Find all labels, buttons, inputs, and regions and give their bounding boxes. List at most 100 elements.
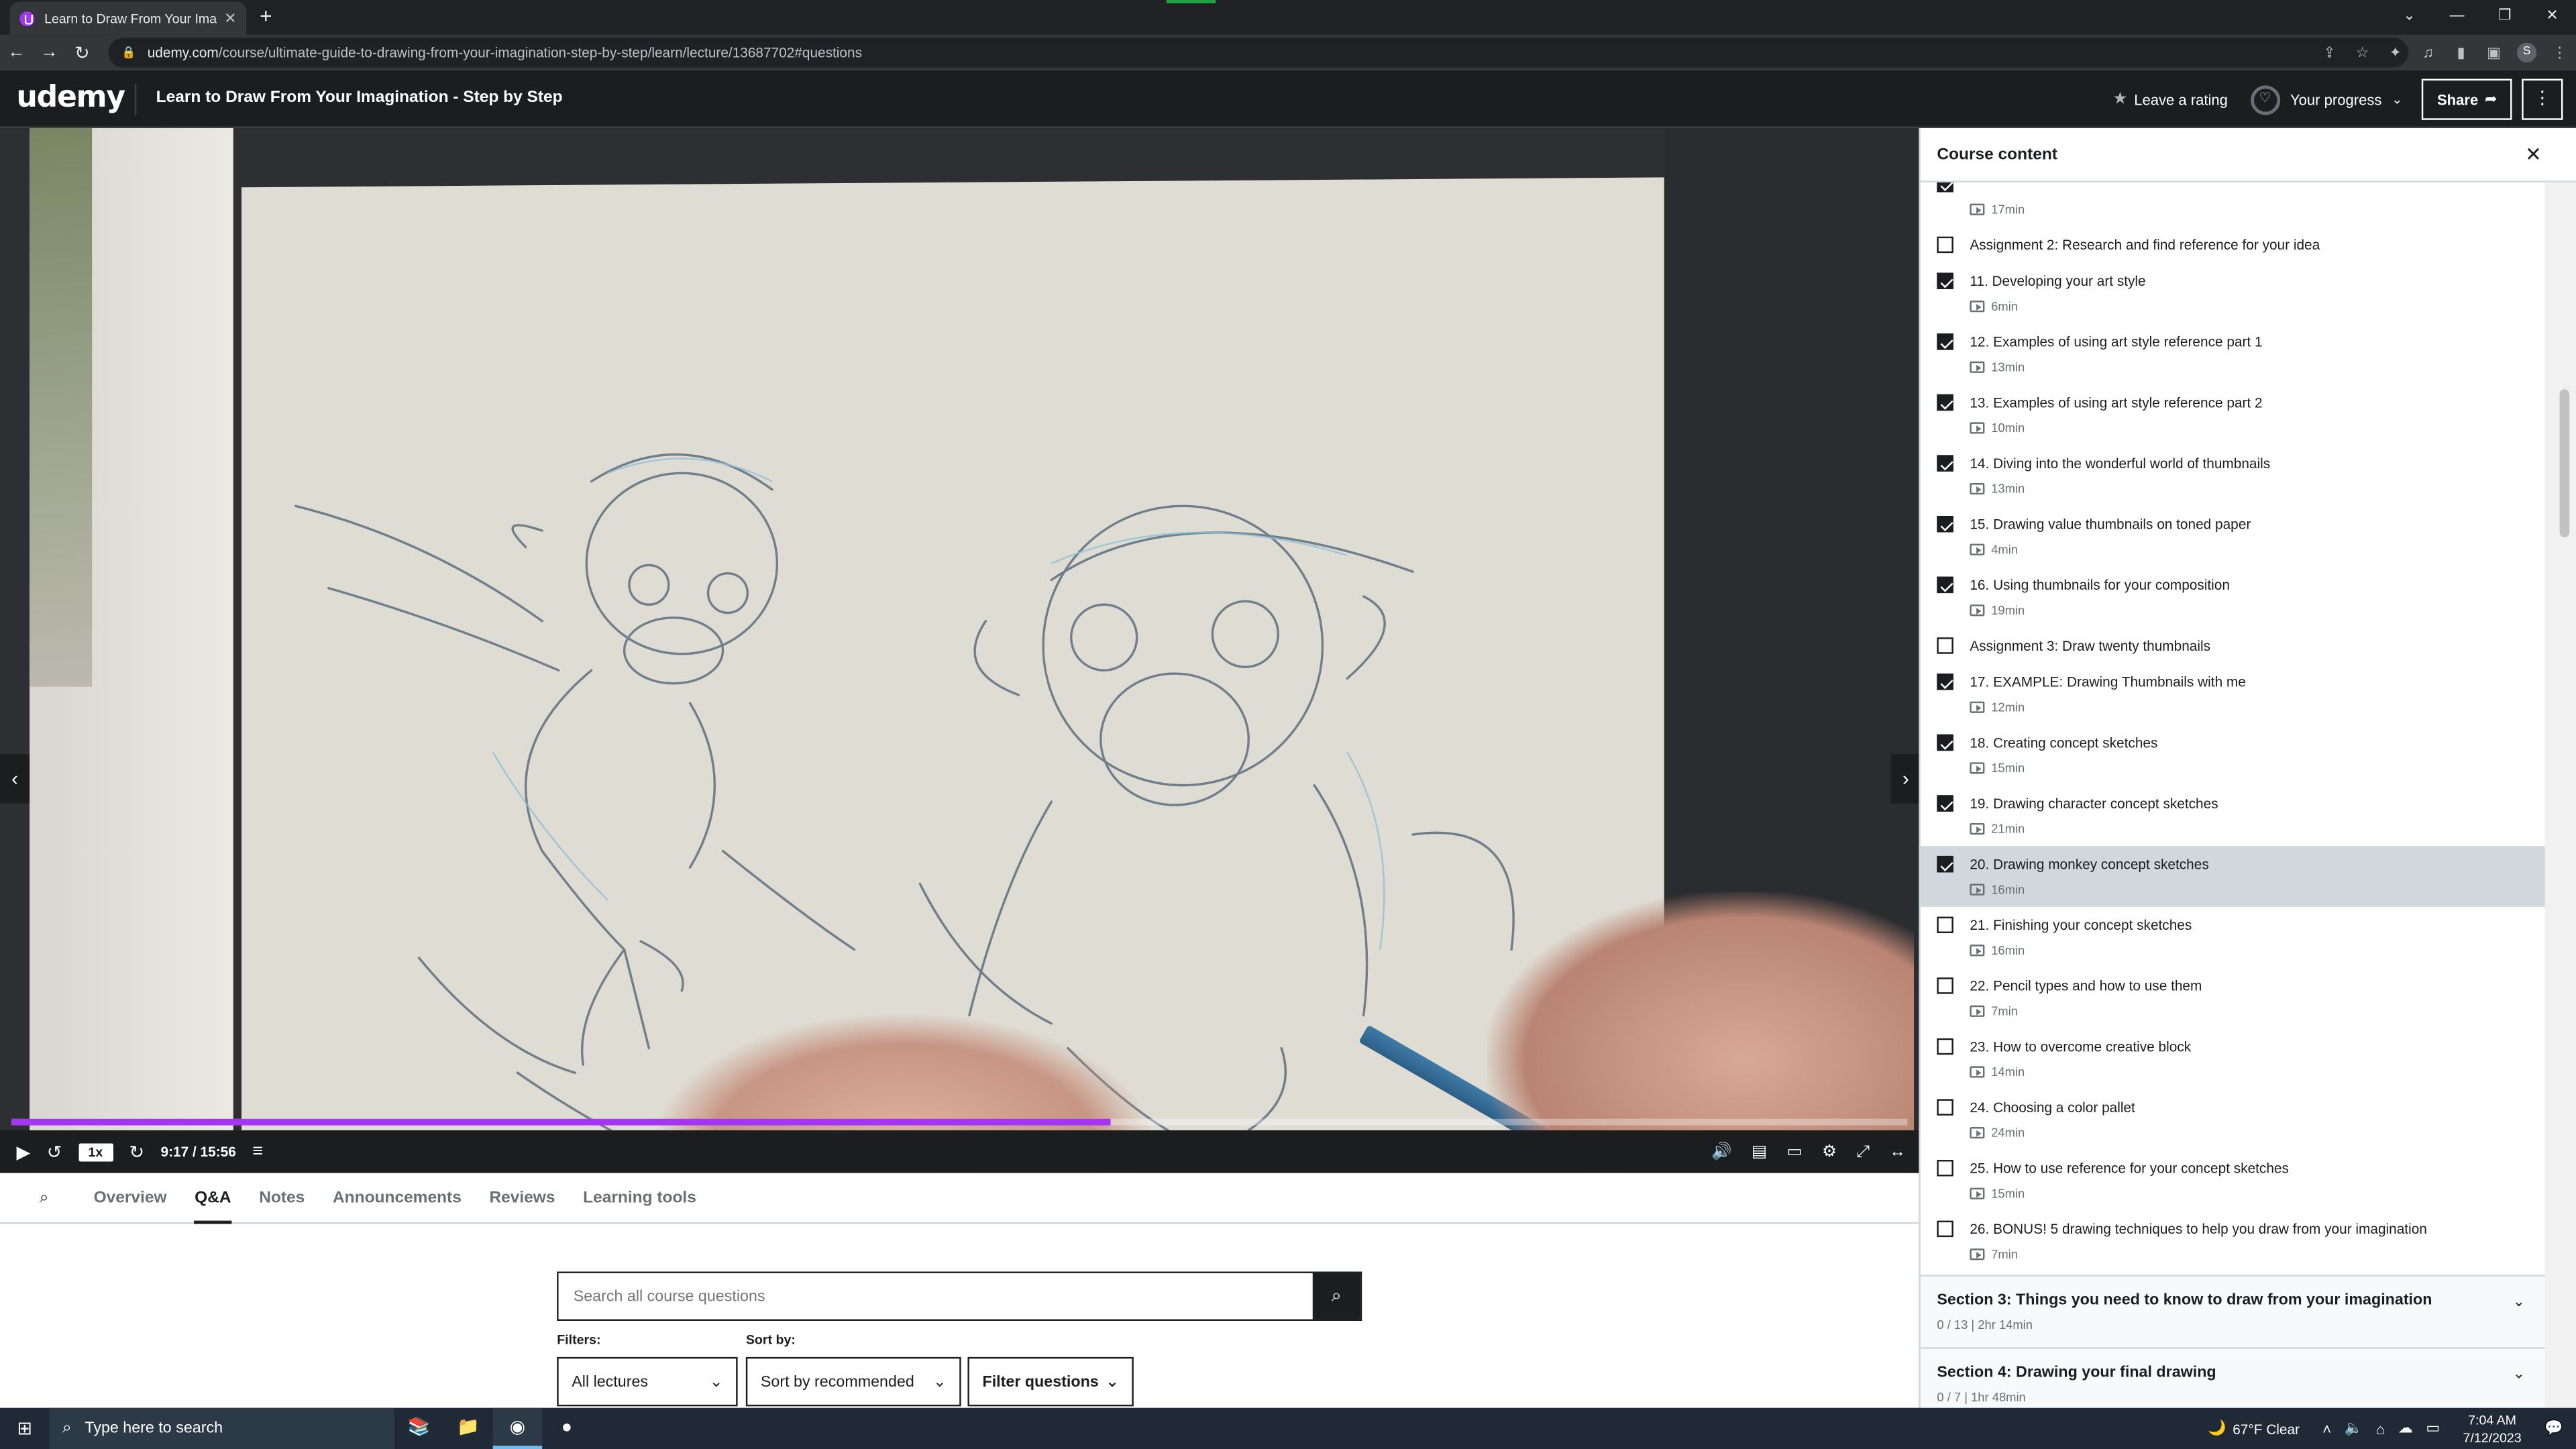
sort-select[interactable]: Sort by recommended ⌄ [745,1356,961,1407]
close-sidebar-icon[interactable]: ✕ [2525,143,2542,166]
curriculum-item[interactable]: 23. How to overcome creative block 14min [1921,1028,2545,1089]
lecture-checkbox[interactable] [1937,394,1953,411]
lecture-checkbox[interactable] [1937,455,1953,472]
lecture-checkbox[interactable] [1937,916,1953,934]
leave-rating-button[interactable]: ★ Leave a rating [2112,91,2227,109]
curriculum-item[interactable]: Assignment 3: Draw twenty thumbnails [1921,628,2545,664]
lecture-checkbox[interactable] [1937,637,1953,654]
play-icon[interactable]: ▶ [16,1141,30,1162]
course-title[interactable]: Learn to Draw From Your Imagination - St… [156,89,563,107]
new-tab-button[interactable]: + [260,4,272,28]
tab-reviews[interactable]: Reviews [489,1172,555,1223]
fullscreen-icon[interactable]: ⤢ [1856,1142,1870,1161]
curriculum-item[interactable]: 11. Developing your art style 6min [1921,263,2545,324]
back-icon[interactable]: ← [0,43,33,62]
chevron-up-icon[interactable]: ˄ [2322,1420,2331,1436]
transcript-icon[interactable]: ▤ [1752,1142,1767,1161]
close-tab-icon[interactable]: ✕ [224,9,236,27]
curriculum-item[interactable]: 15. Drawing value thumbnails on toned pa… [1921,506,2545,567]
section-header[interactable]: Section 4: Drawing your final drawing 0 /… [1920,1347,2545,1408]
lecture-checkbox[interactable] [1937,1220,1953,1238]
curriculum-item[interactable]: 18. Creating concept sketches 15min [1921,724,2545,786]
taskbar-clock[interactable]: 7:04 AM 7/12/2023 [2463,1410,2522,1446]
lecture-checkbox[interactable] [1937,333,1953,350]
curriculum-item[interactable]: 26. BONUS! 5 drawing techniques to help … [1921,1211,2545,1272]
tab-announcements[interactable]: Announcements [333,1172,462,1223]
lecture-filter-select[interactable]: All lectures ⌄ [557,1356,738,1407]
bookmark-star-icon[interactable]: ☆ [2346,44,2379,62]
widgets-icon[interactable]: 📚 [394,1408,443,1449]
your-progress-button[interactable]: Your progress ⌄ [2251,85,2403,115]
video-player[interactable]: ‹ › [0,128,1919,1173]
browser-tab[interactable]: Learn to Draw From Your Imagin ✕ [9,1,247,35]
notifications-icon[interactable]: 💬 [2544,1419,2563,1438]
curriculum-item[interactable]: 17. EXAMPLE: Drawing Thumbnails with me 1… [1921,663,2545,724]
sidebar-scrollbar[interactable] [2544,182,2576,1408]
lecture-checkbox[interactable] [1937,1099,1953,1116]
curriculum-item[interactable]: 25. How to use reference for your concep… [1921,1150,2545,1211]
side-panel-icon[interactable]: ▮ [2445,44,2477,62]
close-window-icon[interactable]: ✕ [2528,0,2576,34]
restore-icon[interactable]: ❐ [2481,0,2528,34]
tab-overview[interactable]: Overview [94,1172,167,1223]
lecture-checkbox[interactable] [1937,977,1953,994]
lecture-checkbox[interactable] [1937,1038,1953,1055]
curriculum-item[interactable]: 20. Drawing monkey concept sketches 16min [1920,846,2545,907]
add-note-icon[interactable]: ≡ [252,1142,263,1161]
file-explorer-icon[interactable]: 📁 [443,1408,492,1449]
udemy-logo[interactable]: udemy [16,80,125,115]
network-icon[interactable]: ⌂ [2376,1420,2385,1436]
curriculum-item[interactable]: 12. Examples of using art style referenc… [1921,323,2545,384]
profile-avatar[interactable]: S [2516,42,2537,63]
chrome-icon[interactable]: ◉ [492,1407,543,1449]
curriculum-item[interactable]: 22. Pencil types and how to use them 7min [1921,967,2545,1028]
rewind-icon[interactable]: ↺ [47,1141,62,1162]
more-options-button[interactable]: ⋮ [2522,78,2563,120]
lecture-checkbox[interactable] [1937,1159,1953,1177]
lecture-checkbox[interactable] [1937,795,1953,812]
lecture-checkbox[interactable] [1937,576,1953,594]
previous-lecture-button[interactable]: ‹ [0,754,30,804]
tab-notes[interactable]: Notes [259,1172,305,1223]
scrollbar-thumb[interactable] [2559,389,2570,537]
lock-icon[interactable]: 🔒 [121,46,136,59]
address-bar[interactable]: 🔒 udemy.com /course/ultimate-guide-to-dr… [108,38,2409,68]
lecture-checkbox[interactable] [1937,515,1953,533]
extensions-icon[interactable]: ✦ [2379,44,2412,62]
section-header[interactable]: Section 3: Things you need to know to dr… [1920,1275,2545,1348]
next-lecture-button[interactable]: › [1890,754,1919,804]
curriculum-item[interactable]: 13. Examples of using art style referenc… [1921,384,2545,445]
tab-qa[interactable]: Q&A [195,1172,231,1224]
curriculum-item[interactable]: 16. Using thumbnails for your compositio… [1921,567,2545,628]
qa-search-input[interactable] [558,1273,1313,1320]
lecture-checkbox[interactable] [1937,182,1953,193]
lecture-checkbox[interactable] [1937,236,1953,254]
playback-speed-button[interactable]: 1x [78,1142,113,1161]
lecture-checkbox[interactable] [1937,674,1953,690]
curriculum-item[interactable]: 17min [1921,182,2545,227]
taskbar-search[interactable]: ⌕ Type here to search [49,1407,394,1449]
cloud-icon[interactable]: ☁ [2398,1419,2413,1438]
qa-search-button[interactable]: ⌕ [1312,1273,1360,1320]
captions-icon[interactable]: ▭ [1786,1142,1802,1161]
media-icon[interactable]: ♫ [2412,44,2445,60]
curriculum-item[interactable]: 14. Diving into the wonderful world of t… [1921,445,2545,506]
curriculum-item[interactable]: 24. Choosing a color pallet 24min [1921,1089,2545,1150]
reload-icon[interactable]: ↻ [66,42,99,63]
windows-start-icon[interactable]: ⊞ [0,1417,49,1439]
volume-icon[interactable]: 🔊 [1711,1142,1731,1161]
tab-learning-tools[interactable]: Learning tools [583,1172,696,1223]
curriculum-item[interactable]: Assignment 2: Research and find referenc… [1921,227,2545,263]
video-progress-bar[interactable] [11,1118,1908,1126]
speaker-icon[interactable]: 🔈 [2345,1419,2363,1438]
search-icon[interactable]: ⌕ [40,1189,66,1207]
curriculum-item[interactable]: 21. Finishing your concept sketches 16min [1921,907,2545,968]
share-button[interactable]: Share ➦ [2422,78,2512,120]
ad-block-icon[interactable]: ▣ [2477,44,2510,62]
lecture-checkbox[interactable] [1937,855,1953,873]
filter-questions-button[interactable]: Filter questions ⌄ [967,1356,1134,1407]
tab-search-icon[interactable]: ⌄ [2385,0,2433,34]
lecture-checkbox[interactable] [1937,272,1953,290]
settings-icon[interactable]: ⚙ [1822,1142,1837,1161]
battery-icon[interactable]: ▭ [2426,1419,2440,1438]
